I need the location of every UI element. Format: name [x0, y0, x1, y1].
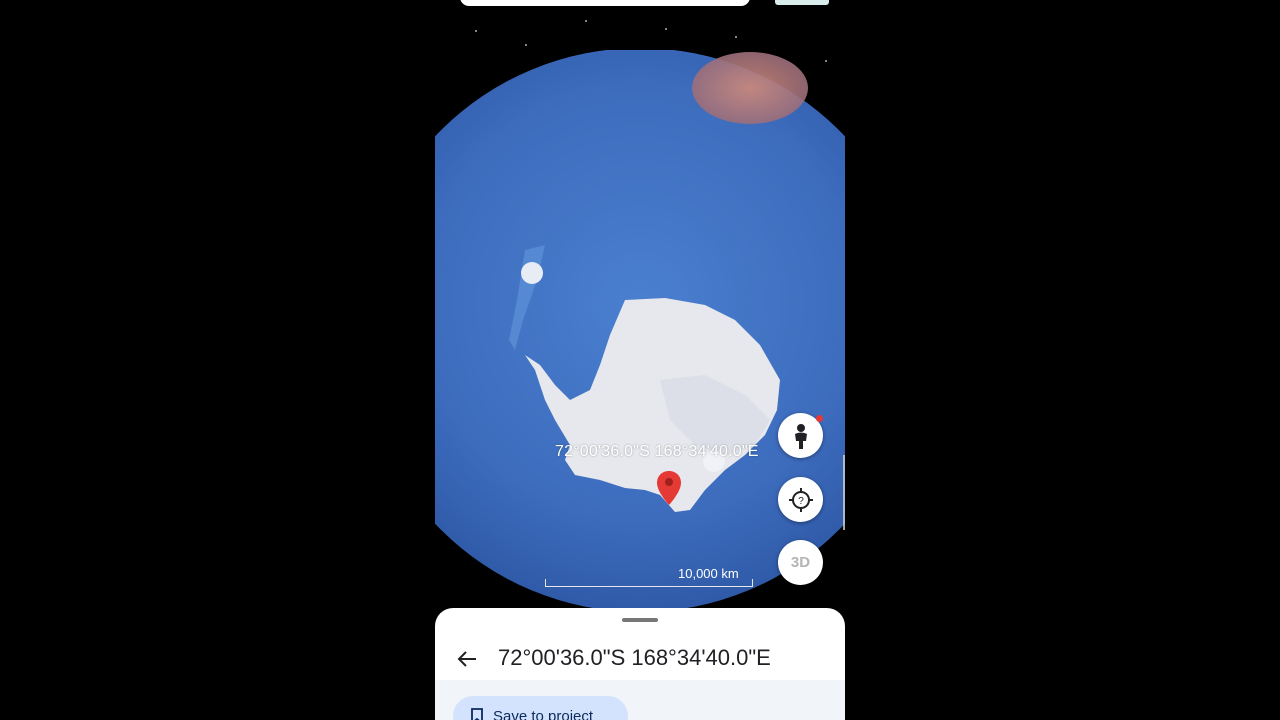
scrollbar[interactable] — [843, 455, 845, 530]
star — [585, 20, 587, 22]
back-button[interactable] — [453, 645, 481, 673]
bottom-sheet: 72°00'36.0"S 168°34'40.0"E Save to proje… — [435, 608, 845, 720]
svg-text:?: ? — [798, 496, 804, 507]
locate-icon: ? — [788, 487, 813, 512]
star — [735, 36, 737, 38]
star — [665, 28, 667, 30]
my-location-button[interactable]: ? — [778, 477, 823, 522]
notification-dot — [816, 415, 823, 422]
scale-bar — [545, 579, 753, 587]
location-pin-icon[interactable] — [657, 471, 681, 505]
phone-screen: 72°00'36.0"S 168°34'40.0"E 10,000 km ? 3… — [435, 0, 845, 720]
globe-image — [435, 50, 845, 610]
pegman-icon — [794, 423, 807, 449]
star — [475, 30, 477, 32]
sheet-title: 72°00'36.0"S 168°34'40.0"E — [498, 645, 771, 670]
screen: 72°00'36.0"S 168°34'40.0"E 10,000 km ? 3… — [0, 0, 1280, 720]
map-coordinate-label: 72°00'36.0"S 168°34'40.0"E — [555, 443, 759, 460]
back-arrow-icon — [457, 651, 476, 667]
globe-view[interactable] — [435, 50, 845, 610]
star — [525, 44, 527, 46]
save-to-project-label: Save to project — [493, 707, 594, 720]
layers-thumbnail[interactable] — [775, 0, 829, 5]
sheet-drag-handle[interactable] — [622, 618, 658, 622]
3d-toggle-button[interactable]: 3D — [778, 540, 823, 585]
save-to-project-button[interactable]: Save to project — [453, 696, 628, 720]
bookmark-icon — [471, 708, 483, 720]
search-bar[interactable] — [460, 0, 750, 6]
